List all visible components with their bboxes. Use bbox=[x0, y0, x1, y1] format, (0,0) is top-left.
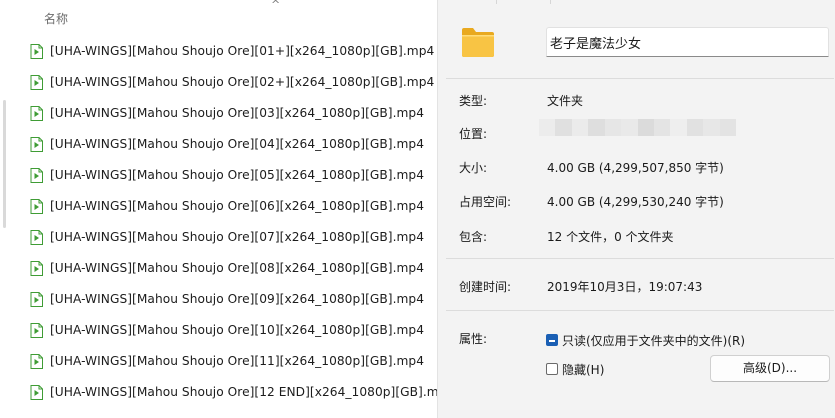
file-list-item[interactable]: [UHA-WINGS][Mahou Shoujo Ore][01+][x264_… bbox=[30, 39, 434, 63]
file-list-item[interactable]: [UHA-WINGS][Mahou Shoujo Ore][11][x264_1… bbox=[30, 349, 424, 373]
file-explorer: ^ 名称 [UHA-WINGS][Mahou Shoujo Ore][01+][… bbox=[0, 0, 437, 418]
location-value-redacted bbox=[539, 119, 737, 136]
divider bbox=[446, 310, 834, 311]
file-list-item[interactable]: [UHA-WINGS][Mahou Shoujo Ore][08][x264_1… bbox=[30, 256, 424, 280]
file-name: [UHA-WINGS][Mahou Shoujo Ore][12 END][x2… bbox=[50, 385, 437, 399]
created-value: 2019年10月3日，19:07:43 bbox=[547, 280, 703, 294]
readonly-checkbox[interactable] bbox=[546, 334, 558, 346]
video-file-icon bbox=[30, 136, 43, 152]
file-name: [UHA-WINGS][Mahou Shoujo Ore][05][x264_1… bbox=[50, 168, 425, 182]
file-name: [UHA-WINGS][Mahou Shoujo Ore][11][x264_1… bbox=[50, 354, 425, 368]
contains-label: 包含: bbox=[459, 230, 488, 244]
folder-icon bbox=[461, 26, 495, 62]
type-value: 文件夹 bbox=[547, 94, 584, 108]
video-file-icon bbox=[30, 74, 43, 90]
video-file-icon bbox=[30, 322, 43, 338]
file-list-item[interactable]: [UHA-WINGS][Mahou Shoujo Ore][03][x264_1… bbox=[30, 101, 424, 125]
video-file-icon bbox=[30, 43, 43, 59]
video-file-icon bbox=[30, 260, 43, 276]
tab-edge[interactable] bbox=[438, 0, 497, 4]
video-file-icon bbox=[30, 291, 43, 307]
file-list-item[interactable]: [UHA-WINGS][Mahou Shoujo Ore][06][x264_1… bbox=[30, 194, 424, 218]
file-name: [UHA-WINGS][Mahou Shoujo Ore][07][x264_1… bbox=[50, 230, 425, 244]
file-name: [UHA-WINGS][Mahou Shoujo Ore][01+][x264_… bbox=[50, 44, 435, 58]
created-label: 创建时间: bbox=[459, 280, 512, 294]
file-list-item[interactable]: [UHA-WINGS][Mahou Shoujo Ore][02+][x264_… bbox=[30, 70, 434, 94]
video-file-icon bbox=[30, 198, 43, 214]
scrollbar[interactable] bbox=[3, 100, 6, 228]
contains-value: 12 个文件，0 个文件夹 bbox=[547, 230, 674, 244]
file-name: [UHA-WINGS][Mahou Shoujo Ore][09][x264_1… bbox=[50, 292, 425, 306]
folder-name-input[interactable]: 老子是魔法少女 bbox=[546, 27, 829, 57]
file-list-item[interactable]: [UHA-WINGS][Mahou Shoujo Ore][09][x264_1… bbox=[30, 287, 424, 311]
hidden-label[interactable]: 隐藏(H) bbox=[562, 361, 604, 378]
file-name: [UHA-WINGS][Mahou Shoujo Ore][03][x264_1… bbox=[50, 106, 425, 120]
file-list-item[interactable]: [UHA-WINGS][Mahou Shoujo Ore][12 END][x2… bbox=[30, 380, 437, 404]
size-value: 4.00 GB (4,299,507,850 字节) bbox=[547, 161, 724, 175]
file-name: [UHA-WINGS][Mahou Shoujo Ore][06][x264_1… bbox=[50, 199, 425, 213]
video-file-icon bbox=[30, 167, 43, 183]
video-file-icon bbox=[30, 105, 43, 121]
disk-size-value: 4.00 GB (4,299,530,240 字节) bbox=[547, 195, 724, 209]
file-name: [UHA-WINGS][Mahou Shoujo Ore][02+][x264_… bbox=[50, 75, 435, 89]
divider bbox=[446, 258, 834, 259]
column-header-name[interactable]: 名称 bbox=[44, 10, 68, 27]
hidden-checkbox[interactable] bbox=[546, 363, 558, 375]
properties-dialog: 老子是魔法少女 类型: 文件夹 位置: 大小: 4.00 GB (4,299,5… bbox=[437, 0, 835, 418]
file-name: [UHA-WINGS][Mahou Shoujo Ore][08][x264_1… bbox=[50, 261, 425, 275]
file-list-item[interactable]: [UHA-WINGS][Mahou Shoujo Ore][05][x264_1… bbox=[30, 163, 424, 187]
disk-size-label: 占用空间: bbox=[459, 195, 512, 209]
readonly-label[interactable]: 只读(仅应用于文件夹中的文件)(R) bbox=[562, 332, 745, 349]
attributes-label: 属性: bbox=[459, 332, 488, 346]
video-file-icon bbox=[30, 384, 43, 400]
file-list-item[interactable]: [UHA-WINGS][Mahou Shoujo Ore][04][x264_1… bbox=[30, 132, 424, 156]
file-list-item[interactable]: [UHA-WINGS][Mahou Shoujo Ore][07][x264_1… bbox=[30, 225, 424, 249]
file-list-item[interactable]: [UHA-WINGS][Mahou Shoujo Ore][10][x264_1… bbox=[30, 318, 424, 342]
type-label: 类型: bbox=[459, 94, 488, 108]
tab-edge[interactable] bbox=[496, 0, 551, 4]
size-label: 大小: bbox=[459, 161, 488, 175]
divider bbox=[446, 78, 834, 79]
file-name: [UHA-WINGS][Mahou Shoujo Ore][04][x264_1… bbox=[50, 137, 425, 151]
advanced-button[interactable]: 高级(D)... bbox=[710, 355, 830, 382]
location-label: 位置: bbox=[459, 127, 488, 141]
video-file-icon bbox=[30, 229, 43, 245]
dialog-tab-strip bbox=[438, 0, 835, 4]
file-name: [UHA-WINGS][Mahou Shoujo Ore][10][x264_1… bbox=[50, 323, 425, 337]
sort-ascending-icon: ^ bbox=[271, 0, 281, 11]
video-file-icon bbox=[30, 353, 43, 369]
